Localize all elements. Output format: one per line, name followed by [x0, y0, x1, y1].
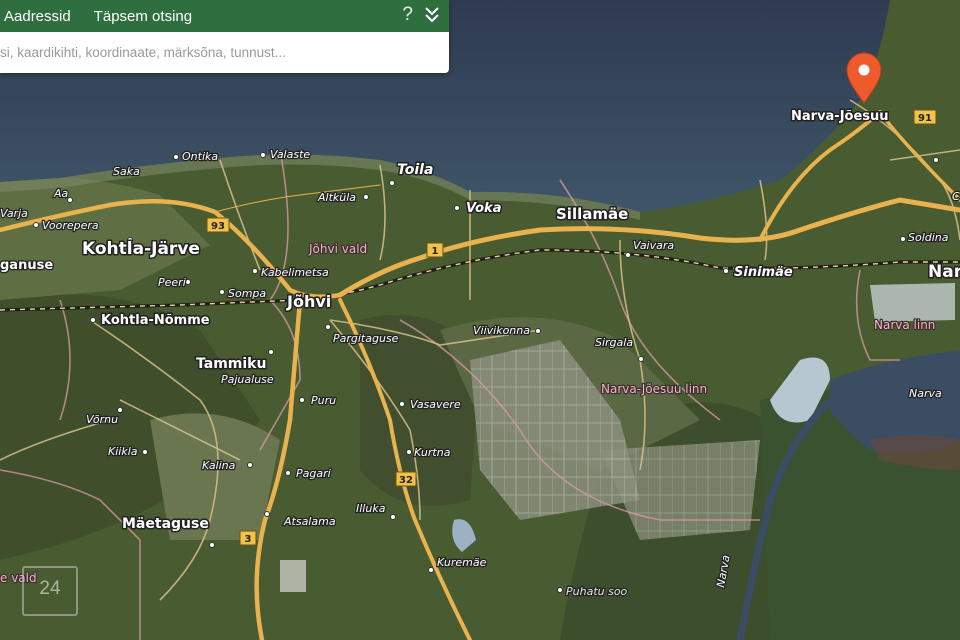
satellite-map[interactable]: 93 1 32 3 91 Kohtla-Järve Jõhvi Sillamäe…	[0, 0, 960, 640]
village-label: Voorepera	[42, 219, 99, 232]
village-label: Kurtna	[414, 446, 451, 459]
time-slider-widget[interactable]: 24	[22, 566, 78, 616]
place-label: Sillamäe	[556, 205, 628, 223]
place-label: Sinimäe	[734, 265, 793, 280]
chevron-double-down-icon	[425, 7, 439, 23]
place-label: Toila	[397, 162, 433, 178]
village-label: Sirgala	[595, 336, 633, 349]
quarry	[280, 560, 306, 592]
village-label: Narva	[909, 387, 942, 400]
region-label: Jõhvi vald	[308, 242, 367, 256]
village-label: Puru	[311, 394, 336, 407]
village-label: Kuremäe	[437, 556, 487, 569]
village-label: Ontika	[182, 150, 218, 163]
road-number: 1	[432, 246, 439, 257]
village-label: Kiikla	[108, 445, 138, 458]
place-label: Voka	[466, 201, 501, 216]
village-label: Vasavere	[410, 398, 461, 411]
village-label: ganuse	[0, 258, 53, 273]
village-label: Sompa	[228, 287, 266, 300]
help-button[interactable]: ?	[402, 4, 413, 26]
village-label: Varja	[0, 207, 28, 220]
place-label: Kohtla-Nõmme	[101, 313, 210, 328]
search-panel: Aadressid Täpsem otsing ?	[0, 0, 449, 73]
place-label: Mäetaguse	[122, 516, 209, 532]
village-label: Illuka	[356, 502, 386, 515]
search-panel-header: Aadressid Täpsem otsing ?	[0, 0, 449, 32]
road-number: 32	[399, 475, 413, 486]
village-label: Altküla	[317, 191, 356, 204]
village-label: Soldina	[908, 231, 949, 244]
tab-addresses[interactable]: Aadressid	[4, 8, 80, 25]
village-label: Saka	[113, 165, 140, 178]
village-label: Kalina	[202, 459, 236, 472]
village-label: Pagari	[296, 467, 331, 480]
village-label: Pargitaguse	[333, 332, 399, 345]
industrial-area	[870, 283, 955, 322]
tab-advanced-search[interactable]: Täpsem otsing	[94, 8, 201, 25]
road-shield-1: 1	[426, 242, 444, 258]
road-number: 91	[918, 113, 932, 124]
region-label: Narva-Jõesuu linn	[601, 382, 707, 396]
road-shield-93: 93	[206, 217, 230, 233]
village-label: Kabelimetsa	[261, 266, 329, 279]
area-label: Puhatu soo	[566, 585, 628, 598]
collapse-panel-button[interactable]	[423, 4, 441, 26]
village-label: Atsalama	[283, 515, 336, 528]
village-label: Valaste	[270, 148, 310, 161]
village-label: Viivikonna	[473, 324, 530, 337]
village-label: Peeri	[158, 276, 186, 289]
village-label: Pajualuse	[221, 373, 274, 386]
road-number: 93	[211, 221, 225, 232]
village-label: Võrnu	[86, 413, 118, 426]
road-shield-32: 32	[395, 471, 417, 487]
village-label: Aa	[53, 187, 69, 200]
place-label: Jõhvi	[286, 292, 331, 311]
road-number: 3	[245, 534, 252, 545]
village-label: Vaivara	[633, 239, 674, 252]
place-label: Narva-Jõesuu	[791, 109, 889, 124]
search-input[interactable]	[0, 32, 449, 73]
road-shield-91: 91	[913, 109, 937, 125]
road-shield-3: 3	[239, 530, 257, 546]
place-label: Kohtla-Järve	[82, 239, 200, 259]
village-label: C	[952, 190, 960, 203]
place-label: Tammiku	[196, 356, 266, 372]
place-label: Nar	[928, 262, 960, 282]
region-label: Narva linn	[874, 318, 935, 332]
